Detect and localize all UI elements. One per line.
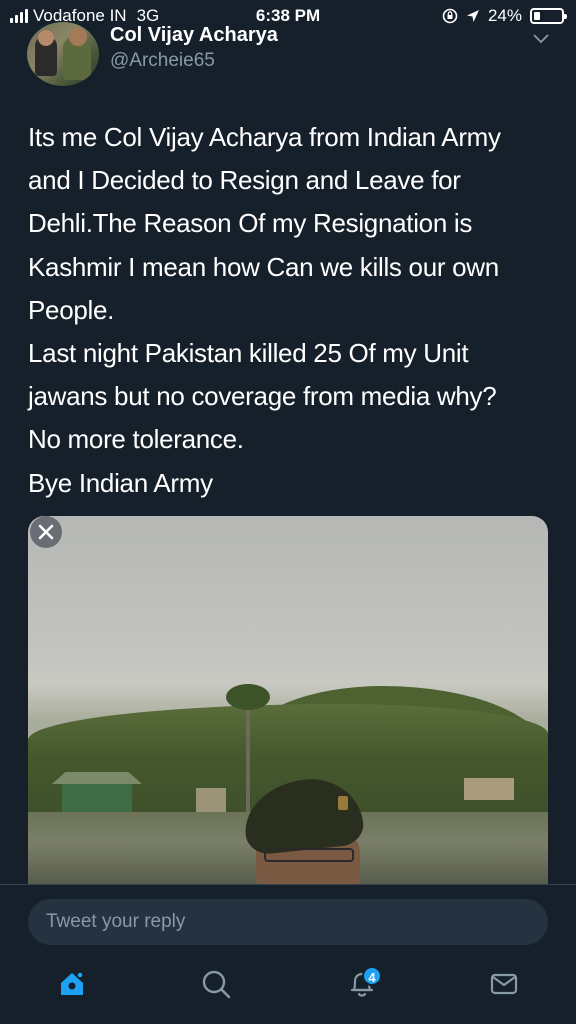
- notifications-badge: 4: [362, 966, 382, 986]
- reply-bar: Tweet your reply: [0, 884, 576, 954]
- search-icon: [202, 970, 231, 999]
- battery-icon: [530, 8, 567, 24]
- close-icon: [38, 524, 54, 540]
- battery-fill: [534, 12, 541, 20]
- location-icon: [466, 10, 479, 22]
- user-handle[interactable]: @Archeie65: [110, 50, 215, 72]
- status-bar: Vodafone IN 3G 6:38 PM 24%: [0, 0, 576, 30]
- tweet-text: Its me Col Vijay Acharya from Indian Arm…: [28, 122, 501, 498]
- reply-input[interactable]: Tweet your reply: [28, 899, 548, 945]
- tab-notifications[interactable]: 4: [346, 966, 386, 1008]
- close-media-button[interactable]: [30, 516, 62, 548]
- chevron-down-icon[interactable]: [533, 34, 549, 44]
- messages-icon: [490, 973, 518, 995]
- status-right: 24%: [442, 6, 567, 26]
- tab-bar: 4: [0, 954, 576, 1024]
- avatar[interactable]: [27, 22, 99, 86]
- rotation-lock-icon: [442, 8, 458, 24]
- tweet-photo[interactable]: [28, 516, 548, 888]
- tab-messages[interactable]: [488, 968, 528, 1008]
- home-icon: [61, 971, 84, 995]
- display-name[interactable]: Col Vijay Acharya: [110, 24, 278, 47]
- tab-search[interactable]: [200, 968, 240, 1008]
- battery-percent: 24%: [487, 6, 522, 25]
- tab-home[interactable]: [56, 968, 96, 1008]
